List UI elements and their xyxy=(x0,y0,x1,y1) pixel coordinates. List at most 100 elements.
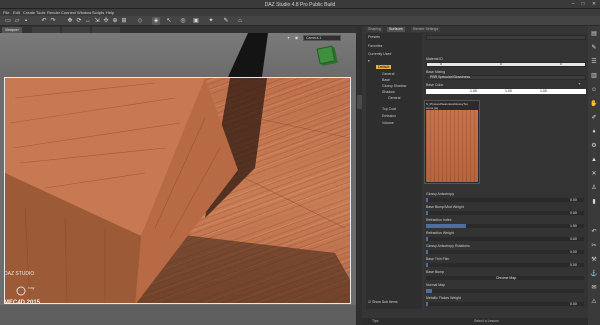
lock-icon[interactable]: ✂ xyxy=(589,242,599,251)
prop-slider[interactable] xyxy=(426,211,584,215)
region-icon[interactable]: ⊞ xyxy=(120,17,128,25)
camera-icon[interactable]: ▣ xyxy=(192,17,200,25)
list-item[interactable]: General xyxy=(388,96,400,100)
cameras-icon[interactable]: ⚙ xyxy=(589,142,599,151)
prop-slider[interactable] xyxy=(426,198,584,202)
new-icon[interactable]: ▭ xyxy=(4,17,12,25)
joint-icon[interactable]: ✣ xyxy=(102,17,110,25)
list-item[interactable]: Currently Used xyxy=(368,52,391,56)
pointer-icon[interactable]: ↖ xyxy=(165,17,173,25)
minimize-icon[interactable]: – xyxy=(568,1,578,8)
menu-tools[interactable]: Tools xyxy=(36,10,45,15)
surface-icon[interactable]: ◈ xyxy=(152,17,160,25)
light-icon[interactable]: ✦ xyxy=(207,17,215,25)
prop-slider[interactable] xyxy=(426,263,584,267)
search-input[interactable] xyxy=(426,35,586,40)
camera-select[interactable]: Camera 1 xyxy=(303,35,341,41)
material-id-field[interactable] xyxy=(426,62,586,67)
close-icon[interactable]: ✕ xyxy=(589,1,599,8)
node-icon[interactable]: ⊕ xyxy=(111,17,119,25)
iray-icon[interactable]: ⌂ xyxy=(236,17,244,25)
camera-icon[interactable]: ◉ xyxy=(294,35,299,41)
main-toolbar: ▭ ▱ ▪ ↶ ↷ ✥ ⟳ ↔ ⇲ ✣ ⊕ ⊞ ◇ ◈ ↖ ◎ ▣ ✦ ✎ ⌂ xyxy=(0,16,600,26)
tool-settings-icon[interactable]: ♙ xyxy=(589,184,599,193)
material-id-0: 0 xyxy=(440,62,442,66)
list-item[interactable]: ▾ xyxy=(368,59,370,63)
viewport[interactable]: ▾ ◉ Camera 1 xyxy=(0,33,356,325)
prop-slider[interactable] xyxy=(426,302,584,306)
save-icon[interactable]: ▪ xyxy=(22,17,30,25)
navigation-cube[interactable] xyxy=(316,45,336,65)
spot-render-icon[interactable]: ◎ xyxy=(179,17,187,25)
list-item[interactable]: Presets xyxy=(368,35,380,39)
search-icon[interactable]: ⚒ xyxy=(589,256,599,265)
status-lesson[interactable]: Select a Lesson xyxy=(474,319,499,323)
shaping-icon[interactable]: ✋ xyxy=(589,100,599,109)
menu-connect[interactable]: Connect xyxy=(61,10,76,15)
menu-file[interactable]: File xyxy=(3,10,9,15)
list-item[interactable]: General xyxy=(382,72,394,76)
prop-label: Normal Map xyxy=(426,283,446,287)
menu-icon[interactable]: ⚓ xyxy=(589,270,599,279)
open-icon[interactable]: ▱ xyxy=(13,17,21,25)
menu-create[interactable]: Create xyxy=(23,10,35,15)
base-mixing-value: PBR Specular/Glossiness xyxy=(430,75,471,79)
show-sub-items-checkbox[interactable]: ☑ Show Sub Items xyxy=(368,300,398,304)
tab-surfaces[interactable]: Surfaces xyxy=(387,27,405,32)
timeline-icon[interactable]: ▮ xyxy=(589,198,599,207)
list-item[interactable]: Shadow xyxy=(382,90,395,94)
prop-slider[interactable] xyxy=(426,289,584,293)
undo-icon[interactable]: ↶ xyxy=(40,17,48,25)
scale-icon[interactable]: ⚠ xyxy=(589,298,599,307)
tree-item-default[interactable]: Default xyxy=(376,65,392,69)
parameters-icon[interactable]: ▥ xyxy=(589,72,599,81)
prop-slider[interactable] xyxy=(426,237,584,241)
list-item[interactable]: Volume xyxy=(382,121,394,125)
status-tips[interactable]: Tips xyxy=(372,319,378,323)
prop-value: Chrome Map xyxy=(496,276,517,280)
prop-label: Metallic Flakes Weight xyxy=(426,296,461,300)
posing-icon[interactable]: ☺ xyxy=(589,86,599,95)
list-item[interactable]: Favorites xyxy=(368,44,382,48)
list-item[interactable]: Base xyxy=(382,78,390,82)
prop-value: 0.00 xyxy=(570,302,577,306)
universal-icon[interactable]: ✥ xyxy=(66,17,74,25)
nvidia-icon xyxy=(16,286,26,296)
material-id-label: Material ID xyxy=(426,57,443,61)
scale-icon[interactable]: ⇲ xyxy=(93,17,101,25)
texture-options-icon[interactable]: ✦ xyxy=(578,82,581,86)
lights-icon[interactable]: ♦ xyxy=(589,128,599,137)
tab-render-settings[interactable]: Render Settings xyxy=(411,27,441,32)
menu-window[interactable]: Window xyxy=(77,10,91,15)
edition-label: MEC4D 2015 xyxy=(4,300,41,306)
maximize-icon[interactable]: □ xyxy=(578,1,588,8)
menu-scripts[interactable]: Scripts xyxy=(92,10,104,15)
translate-icon[interactable]: ↔ xyxy=(84,17,92,25)
content-library-icon[interactable]: ▤ xyxy=(589,30,599,39)
viewport-options-icon[interactable]: ▾ xyxy=(286,35,291,41)
aux-icon[interactable]: ✕ xyxy=(589,170,599,179)
list-item[interactable]: Top Coat xyxy=(382,107,396,111)
menu-render[interactable]: Render xyxy=(47,10,60,15)
list-item[interactable]: Glossy Shadow xyxy=(382,84,406,88)
scene-icon[interactable]: ☰ xyxy=(589,58,599,67)
menu-bar: File Edit Create Tools Render Connect Wi… xyxy=(0,9,600,16)
prop-slider[interactable] xyxy=(426,224,584,228)
geometry-icon[interactable]: ◇ xyxy=(136,17,144,25)
render-icon[interactable]: ✎ xyxy=(222,17,230,25)
smart-content-icon[interactable]: ✎ xyxy=(589,44,599,53)
rotate-icon[interactable]: ⟳ xyxy=(75,17,83,25)
prop-value: 0.00 xyxy=(570,263,577,267)
surfaces-icon[interactable]: ✐ xyxy=(589,114,599,123)
list-item[interactable]: Emission xyxy=(382,114,396,118)
menu-help[interactable]: Help xyxy=(106,10,114,15)
menu-edit[interactable]: Edit xyxy=(13,10,20,15)
material-id-2: 0 xyxy=(560,62,562,66)
tab-shaping[interactable]: Shaping xyxy=(366,27,383,32)
iray-logo-text: Iray xyxy=(28,285,35,290)
prop-slider[interactable] xyxy=(426,250,584,254)
gear-icon[interactable]: ✉ xyxy=(589,284,599,293)
undo-icon[interactable]: ↶ xyxy=(589,228,599,237)
redo-icon[interactable]: ↷ xyxy=(49,17,57,25)
render-icon[interactable]: ▲ xyxy=(589,156,599,165)
